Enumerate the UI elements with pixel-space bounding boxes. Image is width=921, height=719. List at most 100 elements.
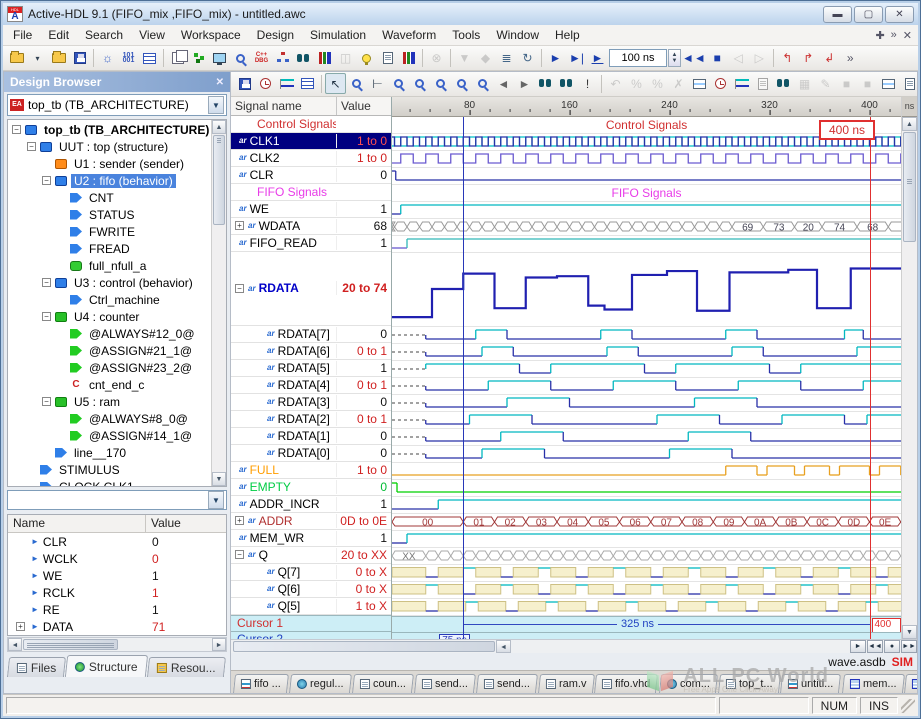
tree-item-fwrite[interactable]: FWRITE [8,223,211,240]
prev-edge-icon[interactable]: ◄ [493,73,514,94]
waveform-row-clk1[interactable] [392,134,901,151]
step-back-icon[interactable]: ◁ [728,48,749,69]
watch-row-rclk[interactable]: ►RCLK1 [8,584,226,601]
attach-icon[interactable]: ◆ [475,48,496,69]
run-until-icon[interactable]: ► [587,48,608,69]
clear-icon[interactable]: ⊗ [426,48,447,69]
signal-row-clr[interactable]: arCLR0 [231,167,391,184]
stop-icon[interactable]: ■ [707,48,728,69]
cursor-label-2[interactable]: Cursor 2 [231,631,391,639]
waveform-area[interactable]: 80160240320400 Control SignalsFIFO Signa… [392,97,901,639]
signal-row-q6[interactable]: arQ[6]0 to X [231,581,391,598]
compare-pct1-icon[interactable]: % [626,73,647,94]
tree-item-line__170[interactable]: line__170 [8,444,211,461]
find-next-icon[interactable] [556,73,577,94]
signal-row-rdata[interactable]: −arRDATA20 to 74 [231,252,391,326]
overflow-chevron-icon[interactable]: » [891,29,897,42]
find-in-files-icon[interactable] [293,48,314,69]
tree-item-@always#8_0@[interactable]: @ALWAYS#8_0@ [8,410,211,427]
signal-row-fifo_read[interactable]: arFIFO_READ1 [231,235,391,252]
signal-row-q[interactable]: −arQ20 to XX [231,547,391,564]
menubar-close-icon[interactable]: ✕ [903,29,912,42]
top-level-combo[interactable]: EA top_tb (TB_ARCHITECTURE) ▼ [7,94,227,116]
stimulators-icon[interactable] [689,73,710,94]
export-wave-icon[interactable] [878,73,899,94]
maximize-button[interactable]: ▢ [854,6,883,23]
doc-tab-5[interactable]: ram.v [538,674,594,693]
more-icon[interactable]: » [840,48,861,69]
tree-item-top_tb[interactable]: −top_tb (TB_ARCHITECTURE) [8,121,211,138]
new-dropdown-icon[interactable]: ▾ [27,48,48,69]
waveform-row-empty[interactable] [392,480,901,497]
annotate-icon[interactable]: ✎ [815,73,836,94]
chevron-down-icon[interactable]: ▼ [208,491,224,509]
signal-row-clk2[interactable]: arCLK21 to 0 [231,150,391,167]
menu-view[interactable]: View [131,26,173,44]
expander-minus-icon[interactable]: − [235,284,244,293]
compile-all-icon[interactable]: 101 001 [118,48,139,69]
restart-icon[interactable]: ◄◄ [681,48,707,69]
copy-icon[interactable] [167,48,188,69]
menu-search[interactable]: Search [77,26,131,44]
tree-item-uut[interactable]: −UUT : top (structure) [8,138,211,155]
run-time-spinner[interactable]: ▲▼ [668,49,681,67]
tree-item-cnt[interactable]: CNT [8,189,211,206]
signal-row-rdata0[interactable]: arRDATA[0]0 [231,445,391,462]
waveform-row-we[interactable] [392,202,901,219]
signal-row-mem_wr[interactable]: arMEM_WR1 [231,530,391,547]
zoom-in-icon[interactable] [388,73,409,94]
cpp-debug-icon[interactable]: C++ DBG [251,48,272,69]
tree-item-@assign#14_1@[interactable]: @ASSIGN#14_1@ [8,427,211,444]
trace-into-icon[interactable]: ↰ [777,48,798,69]
waveform-row-fifo_read[interactable] [392,236,901,253]
zoom-area-icon[interactable] [430,73,451,94]
waveform-hscrollbar[interactable]: ◄ ► ◄◄ ● ►► [231,639,917,654]
waveform-row-q6[interactable] [392,582,901,599]
menu-design[interactable]: Design [249,26,302,44]
tree-item-full_nfull_a[interactable]: full_nfull_a [8,257,211,274]
scroll-left-icon[interactable]: ◄ [496,640,511,653]
group-label-row[interactable]: FIFO Signals [231,184,391,201]
time-ruler[interactable]: 80160240320400 [392,97,901,117]
move-handle-icon[interactable]: ✚ [875,29,884,42]
find-icon[interactable] [535,73,556,94]
open-icon[interactable] [48,48,69,69]
waveform-row-q7[interactable] [392,565,901,582]
signal-row-rdata1[interactable]: arRDATA[1]0 [231,428,391,445]
new-document-icon[interactable] [377,48,398,69]
expander-plus-icon[interactable]: + [235,221,244,230]
library-manager-icon[interactable] [314,48,335,69]
signal-row-rdata3[interactable]: arRDATA[3]0 [231,394,391,411]
tree-item-@assign#23_2@[interactable]: @ASSIGN#23_2@ [8,359,211,376]
signal-row-wdata[interactable]: +arWDATA68 [231,218,391,235]
show-events-icon[interactable]: ! [577,73,598,94]
tree-item-stimulus[interactable]: STIMULUS [8,461,211,478]
signal-filter-combo[interactable]: ▼ [7,490,227,510]
compare-up-icon[interactable]: ↶ [605,73,626,94]
signal-agents-icon[interactable] [731,73,752,94]
signal-row-addr[interactable]: +arADDR0D to 0E [231,513,391,530]
waveform-row-rdata0[interactable] [392,446,901,463]
design-browser-icon[interactable] [398,48,419,69]
design-flow-icon[interactable] [188,48,209,69]
menu-help[interactable]: Help [547,26,588,44]
search-doc-icon[interactable] [773,73,794,94]
tree-expander-icon[interactable]: − [42,312,51,321]
signal-row-rdata7[interactable]: arRDATA[7]0 [231,326,391,343]
signal-row-rdata4[interactable]: arRDATA[4]0 to 1 [231,377,391,394]
doc-tab-10[interactable]: mem... [842,674,905,693]
waveform-row-rdata3[interactable] [392,395,901,412]
waveform-row-rdata1[interactable] [392,429,901,446]
save-icon[interactable] [234,73,255,94]
tree-item-status[interactable]: STATUS [8,206,211,223]
tree-item-u1[interactable]: U1 : sender (sender) [8,155,211,172]
fast-forward-icon[interactable]: ►► [901,640,917,653]
tree-item-@always#12_0@[interactable]: @ALWAYS#12_0@ [8,325,211,342]
scroll-right-icon[interactable]: ► [212,638,226,651]
signal-row-q7[interactable]: arQ[7]0 to X [231,564,391,581]
waveform-row-rdata6[interactable] [392,344,901,361]
scroll-down-icon[interactable]: ▼ [902,625,917,639]
watch-hscrollbar[interactable]: ◄ ► [7,637,227,652]
tab-resou[interactable]: Resou... [147,657,226,677]
waveform-row-rdata7[interactable] [392,327,901,344]
